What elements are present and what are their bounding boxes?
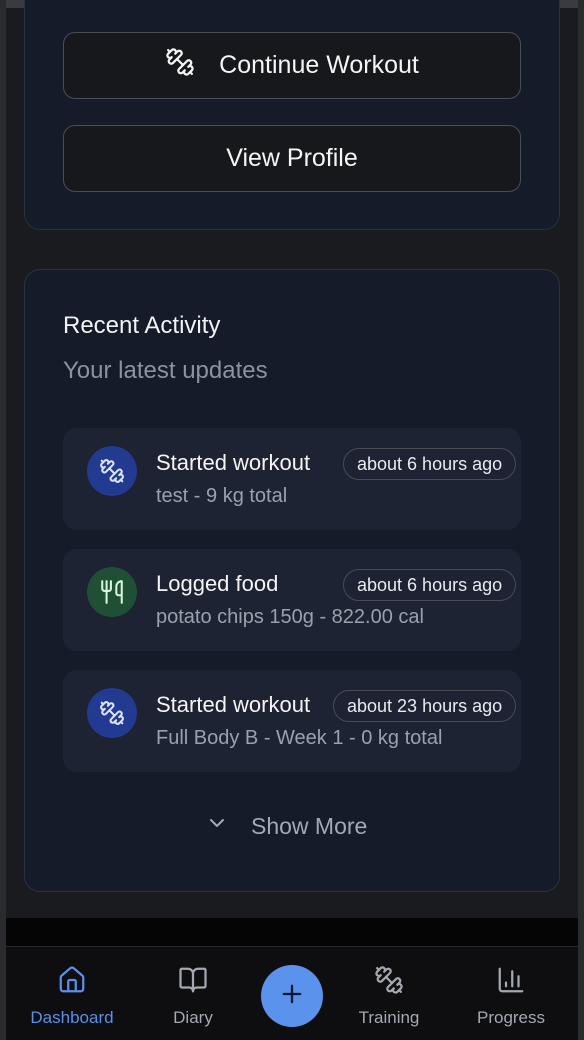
- nav-item-label: Diary: [173, 1008, 213, 1027]
- nav-item-training[interactable]: Training: [329, 965, 449, 1028]
- recent-activity-subtitle: Your latest updates: [63, 357, 268, 384]
- activity-time-badge: about 23 hours ago: [333, 690, 517, 722]
- nav-item-progress[interactable]: Progress: [451, 965, 571, 1028]
- dumbbell-icon: [87, 446, 137, 496]
- utensils-icon: [87, 567, 137, 617]
- continue-workout-button[interactable]: Continue Workout: [63, 32, 521, 99]
- bottom-navigation: Dashboard Diary Training Progress: [6, 946, 578, 1040]
- activity-item-title: Started workout: [156, 450, 311, 475]
- bar-chart-icon: [496, 965, 526, 1000]
- chevron-down-icon: [205, 811, 229, 841]
- activity-item-detail: potato chips 150g - 822.00 cal: [156, 606, 424, 628]
- view-profile-label: View Profile: [226, 144, 358, 172]
- book-icon: [178, 965, 208, 1000]
- continue-workout-label: Continue Workout: [219, 51, 419, 79]
- activity-item-detail: Full Body B - Week 1 - 0 kg total: [156, 727, 443, 749]
- dumbbell-icon: [165, 47, 195, 84]
- show-more-label: Show More: [251, 812, 368, 839]
- activity-item[interactable]: Started workout Full Body B - Week 1 - 0…: [63, 670, 521, 772]
- nav-item-label: Progress: [476, 1008, 546, 1027]
- view-profile-button[interactable]: View Profile: [63, 125, 521, 192]
- window-right-edge: [578, 0, 584, 1040]
- activity-time-badge: about 6 hours ago: [343, 448, 517, 480]
- content-bottom-strip: [6, 918, 578, 946]
- activity-item-title: Logged food: [156, 571, 279, 596]
- add-button[interactable]: [261, 965, 323, 1027]
- nav-item-dashboard[interactable]: Dashboard: [12, 965, 132, 1028]
- dumbbell-icon: [374, 965, 404, 1000]
- activity-item[interactable]: Started workout test - 9 kg total about …: [63, 428, 521, 530]
- home-icon: [57, 965, 87, 1000]
- recent-activity-title: Recent Activity: [63, 312, 221, 339]
- nav-item-label: Dashboard: [30, 1008, 114, 1027]
- activity-item-detail: test - 9 kg total: [156, 485, 288, 507]
- nav-item-diary[interactable]: Diary: [133, 965, 253, 1028]
- nav-item-label: Training: [358, 1008, 420, 1027]
- plus-icon: [278, 980, 306, 1013]
- activity-item-title: Started workout: [156, 692, 311, 717]
- activity-time-badge: about 6 hours ago: [343, 569, 517, 601]
- window-left-edge: [0, 0, 6, 1040]
- dumbbell-icon: [87, 688, 137, 738]
- show-more-button[interactable]: Show More: [205, 806, 367, 846]
- activity-item[interactable]: Logged food potato chips 150g - 822.00 c…: [63, 549, 521, 651]
